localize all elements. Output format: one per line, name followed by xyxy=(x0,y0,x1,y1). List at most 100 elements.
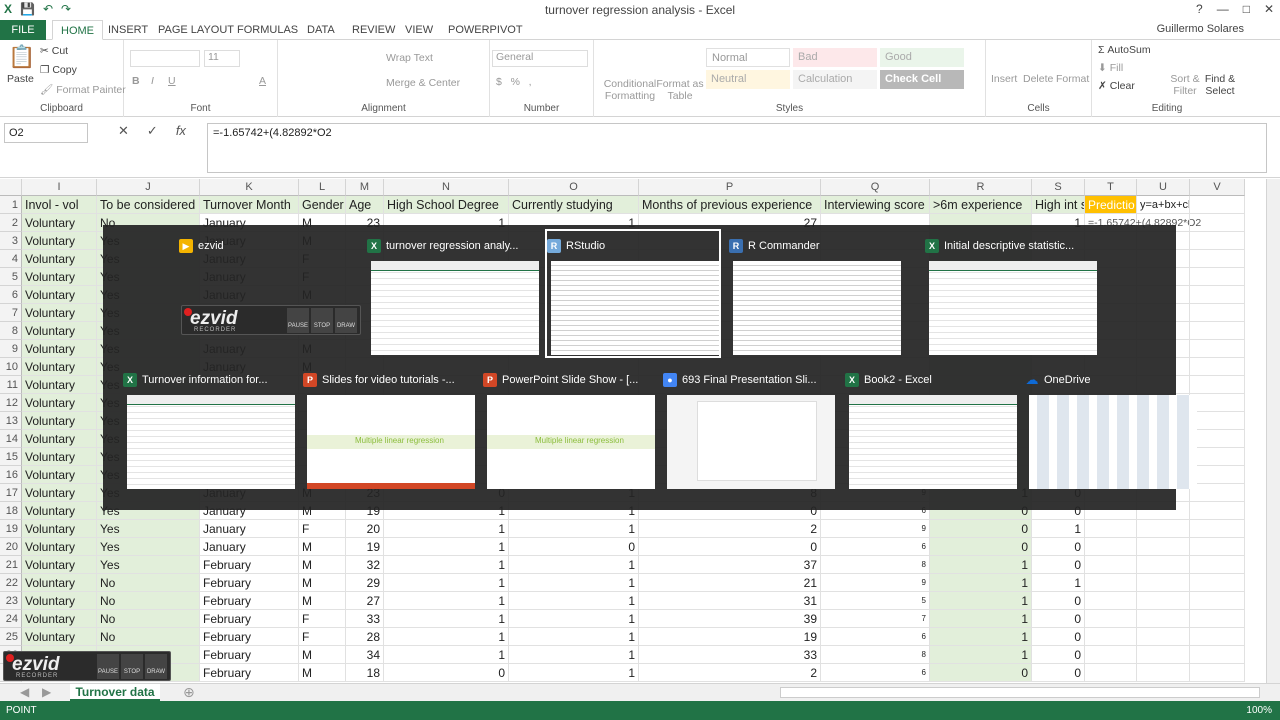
cell-v[interactable] xyxy=(1190,286,1245,304)
row-header[interactable]: 1 xyxy=(0,196,22,214)
font-name-box[interactable] xyxy=(130,50,200,67)
row-header[interactable]: 23 xyxy=(0,592,22,610)
header-cell-q[interactable]: Interviewing score xyxy=(821,196,930,214)
sheet-tab-turnover-data[interactable]: Turnover data xyxy=(70,684,160,701)
cell-q[interactable]: 8 xyxy=(821,556,930,574)
row-header[interactable]: 3 xyxy=(0,232,22,250)
cell-i[interactable]: Voluntary xyxy=(22,268,97,286)
cell-k[interactable]: February xyxy=(200,592,299,610)
cell-v[interactable] xyxy=(1190,592,1245,610)
cell-v[interactable] xyxy=(1190,250,1245,268)
cell-q[interactable]: 7 xyxy=(821,610,930,628)
cell-s[interactable]: 1 xyxy=(1032,574,1085,592)
header-cell-t[interactable]: Predictio xyxy=(1085,196,1137,214)
cell-v[interactable] xyxy=(1190,466,1245,484)
cell-m[interactable]: 20 xyxy=(346,520,384,538)
cell-t[interactable] xyxy=(1085,646,1137,664)
cell-p[interactable]: 37 xyxy=(639,556,821,574)
cell-s[interactable]: 0 xyxy=(1032,646,1085,664)
cell-u[interactable] xyxy=(1137,664,1190,682)
tab-powerpivot[interactable]: POWERPIVOT xyxy=(440,20,531,40)
cell-k[interactable]: February xyxy=(200,646,299,664)
column-header-i[interactable]: I xyxy=(22,179,97,196)
header-cell-r[interactable]: >6m experience xyxy=(930,196,1032,214)
cell-i[interactable]: Voluntary xyxy=(22,322,97,340)
cell-t[interactable] xyxy=(1085,610,1137,628)
task-switcher-item[interactable]: P Slides for video tutorials -... Multiple… xyxy=(303,365,475,490)
cell-m[interactable]: 32 xyxy=(346,556,384,574)
column-header-o[interactable]: O xyxy=(509,179,639,196)
column-header-t[interactable]: T xyxy=(1085,179,1137,196)
pause-button[interactable]: PAUSE xyxy=(287,308,309,333)
cell-j[interactable]: No xyxy=(97,628,200,646)
tab-insert[interactable]: INSERT xyxy=(100,20,156,40)
help-icon[interactable]: ? xyxy=(1196,2,1203,16)
cell-t[interactable] xyxy=(1085,628,1137,646)
header-cell-n[interactable]: High School Degree xyxy=(384,196,509,214)
task-switcher-item[interactable]: Xturnover regression analy... xyxy=(367,231,539,356)
underline-button[interactable]: U xyxy=(168,75,176,87)
cell-i[interactable]: Voluntary xyxy=(22,214,97,232)
header-cell-p[interactable]: Months of previous experience xyxy=(639,196,821,214)
row-header[interactable]: 5 xyxy=(0,268,22,286)
tab-file[interactable]: FILE xyxy=(0,20,46,40)
task-switcher-item[interactable]: ● 693 Final Presentation Sli... xyxy=(663,365,835,490)
row-header[interactable]: 20 xyxy=(0,538,22,556)
cell-i[interactable]: Voluntary xyxy=(22,502,97,520)
tab-view[interactable]: VIEW xyxy=(397,20,441,40)
row-header[interactable]: 13 xyxy=(0,412,22,430)
row-header[interactable]: 10 xyxy=(0,358,22,376)
header-cell-j[interactable]: To be considered xyxy=(97,196,200,214)
cell-n[interactable]: 1 xyxy=(384,520,509,538)
draw-button[interactable]: DRAW xyxy=(145,654,167,679)
row-header[interactable]: 8 xyxy=(0,322,22,340)
cell-l[interactable]: M xyxy=(299,646,346,664)
header-cell-o[interactable]: Currently studying xyxy=(509,196,639,214)
sort-filter-button[interactable]: Sort & Filter xyxy=(1168,73,1202,97)
task-switcher-item[interactable]: ▶ ezvid xyxy=(179,231,351,356)
ezvid-recorder-widget-2[interactable]: ezvid RECORDER PAUSE STOP DRAW xyxy=(3,651,171,681)
cell-s[interactable]: 0 xyxy=(1032,628,1085,646)
task-switcher-item[interactable]: P PowerPoint Slide Show - [... Multiple li… xyxy=(483,365,655,490)
row-header[interactable]: 21 xyxy=(0,556,22,574)
cell-v[interactable] xyxy=(1190,358,1245,376)
cell-v[interactable] xyxy=(1190,268,1245,286)
cell-v[interactable] xyxy=(1190,538,1245,556)
cell-v[interactable] xyxy=(1190,340,1245,358)
cell-p[interactable]: 2 xyxy=(639,664,821,682)
cell-t[interactable] xyxy=(1085,520,1137,538)
cell-v[interactable] xyxy=(1190,448,1245,466)
header-cell-k[interactable]: Turnover Month xyxy=(200,196,299,214)
cell-v[interactable] xyxy=(1190,610,1245,628)
autosum-button[interactable]: Σ AutoSum xyxy=(1098,44,1151,56)
cell-p[interactable]: 19 xyxy=(639,628,821,646)
name-box[interactable]: O2 xyxy=(4,123,88,143)
pause-button[interactable]: PAUSE xyxy=(97,654,119,679)
new-sheet-icon[interactable]: ⊕ xyxy=(183,684,195,701)
cell-r[interactable]: 1 xyxy=(930,610,1032,628)
cell-v[interactable] xyxy=(1190,556,1245,574)
cell-r[interactable]: 0 xyxy=(930,520,1032,538)
cell-i[interactable]: Voluntary xyxy=(22,304,97,322)
cell-i[interactable]: Voluntary xyxy=(22,556,97,574)
cell-n[interactable]: 1 xyxy=(384,538,509,556)
cell-s[interactable]: 0 xyxy=(1032,538,1085,556)
cell-u[interactable] xyxy=(1137,574,1190,592)
cell-j[interactable]: Yes xyxy=(97,538,200,556)
cell-v[interactable] xyxy=(1190,322,1245,340)
cell-v[interactable] xyxy=(1190,664,1245,682)
cell-t[interactable] xyxy=(1085,574,1137,592)
cell-i[interactable]: Voluntary xyxy=(22,592,97,610)
cell-i[interactable]: Voluntary xyxy=(22,376,97,394)
cell-o[interactable]: 1 xyxy=(509,592,639,610)
cell-o[interactable]: 1 xyxy=(509,556,639,574)
cell-l[interactable]: M xyxy=(299,664,346,682)
cell-j[interactable]: Yes xyxy=(97,556,200,574)
column-header-l[interactable]: L xyxy=(299,179,346,196)
style-bad[interactable]: Bad xyxy=(793,48,877,67)
cut-button[interactable]: ✂ Cut xyxy=(40,45,68,57)
prev-sheet-icon[interactable]: ◀ xyxy=(20,685,29,699)
maximize-icon[interactable]: □ xyxy=(1243,2,1250,16)
header-cell-l[interactable]: Gender xyxy=(299,196,346,214)
column-header-n[interactable]: N xyxy=(384,179,509,196)
